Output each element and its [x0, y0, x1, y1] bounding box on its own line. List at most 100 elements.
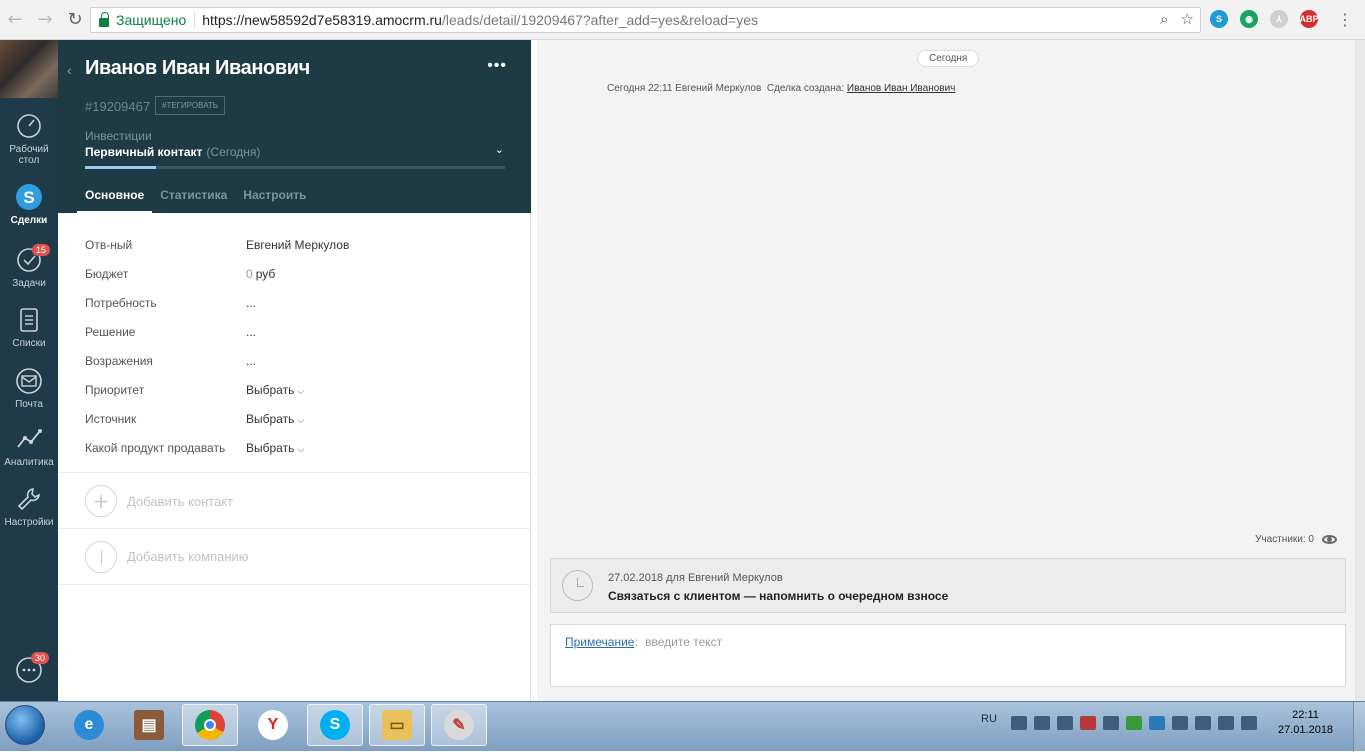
- back-arrow-icon[interactable]: ←: [0, 9, 30, 30]
- pdf-extension-icon[interactable]: ⅄: [1270, 10, 1288, 28]
- status-select[interactable]: Первичный контакт (Сегодня): [85, 145, 260, 159]
- participants-counter[interactable]: Участники: 0: [1255, 534, 1337, 545]
- system-tray: [1011, 716, 1257, 730]
- nav-deals[interactable]: S Сделки: [0, 183, 58, 226]
- chevron-down-icon[interactable]: ⌄: [495, 143, 504, 156]
- eye-extension-icon[interactable]: ◉: [1240, 10, 1258, 28]
- field-source: Источник Выбрать ⌵: [85, 411, 305, 426]
- tasks-count-badge: 15: [32, 244, 51, 256]
- note-type-link[interactable]: Примечание: [565, 635, 634, 649]
- tray-device-icon[interactable]: [1195, 716, 1211, 730]
- tray-check-icon[interactable]: [1126, 716, 1142, 730]
- zoom-icon[interactable]: ⌕: [1160, 10, 1168, 28]
- reload-icon[interactable]: ↻: [60, 9, 90, 30]
- pipeline-progress-fill: [85, 166, 157, 169]
- nav-chat[interactable]: 30: [0, 652, 58, 688]
- date-divider: Сегодня: [917, 50, 980, 67]
- adblock-extension-icon[interactable]: ABP: [1300, 10, 1319, 28]
- lead-tabs: Основное Статистика Настроить: [77, 188, 314, 214]
- tab-statistics[interactable]: Статистика: [152, 188, 235, 214]
- add-contact-row[interactable]: + Добавить контакт: [58, 472, 531, 529]
- tray-flag-icon[interactable]: [1172, 716, 1188, 730]
- language-indicator[interactable]: RU: [981, 713, 997, 725]
- ie-taskbar-icon[interactable]: e: [61, 704, 117, 746]
- lead-title[interactable]: Иванов Иван Иванович: [85, 57, 310, 80]
- explorer-taskbar-icon[interactable]: ▭: [369, 704, 425, 746]
- browser-toolbar: ← → ↻ Защищено https://new58592d7e58319.…: [0, 0, 1365, 40]
- nav-lists[interactable]: Списки: [0, 306, 58, 349]
- tab-main[interactable]: Основное: [77, 188, 153, 214]
- tab-configure[interactable]: Настроить: [235, 188, 314, 214]
- address-bar[interactable]: Защищено https://new58592d7e58319.amocrm…: [90, 7, 1201, 33]
- tray-display-icon[interactable]: [1057, 716, 1073, 730]
- svg-text:S: S: [23, 188, 34, 207]
- user-avatar[interactable]: [0, 40, 58, 98]
- lead-id: #19209467: [85, 99, 151, 114]
- nav-tasks[interactable]: 15 Задачи: [0, 244, 58, 289]
- lock-icon: [99, 11, 109, 27]
- show-desktop-button[interactable]: [1353, 702, 1365, 752]
- field-budget: Бюджет 0 руб: [85, 266, 276, 281]
- nav-analytics[interactable]: Аналитика: [0, 425, 58, 468]
- tray-snowflake-icon[interactable]: [1149, 716, 1165, 730]
- field-responsible: Отв-ный Евгений Меркулов: [85, 237, 350, 252]
- tray-alert-icon[interactable]: [1080, 716, 1096, 730]
- browser-menu-icon[interactable]: ⋮: [1337, 10, 1353, 30]
- back-chevron-icon[interactable]: ‹: [67, 62, 72, 78]
- lead-card-header: ‹ Иванов Иван Иванович ••• #19209467 #те…: [58, 40, 531, 214]
- add-company-row[interactable]: Добавить компанию: [58, 528, 531, 585]
- priority-select[interactable]: Выбрать ⌵: [246, 383, 304, 397]
- pipeline-progress: [85, 166, 505, 169]
- secure-indicator[interactable]: Защищено: [91, 11, 196, 29]
- url-text[interactable]: https://new58592d7e58319.amocrm.ru/leads…: [195, 12, 758, 28]
- yandex-taskbar-icon[interactable]: Y: [245, 704, 301, 746]
- plus-icon: +: [85, 485, 117, 517]
- dashboard-icon: [17, 114, 41, 138]
- field-priority: Приоритет Выбрать ⌵: [85, 382, 305, 397]
- feed-scrollbar[interactable]: [1355, 40, 1365, 701]
- nav-settings[interactable]: Настройки: [0, 485, 58, 528]
- task-card[interactable]: 27.02.2018 для Евгений Меркулов Связатьс…: [550, 558, 1346, 613]
- paint-taskbar-icon[interactable]: ✎: [431, 704, 487, 746]
- note-placeholder: введите текст: [645, 635, 723, 649]
- field-decision: Решение ...: [85, 324, 257, 339]
- clock-icon: [562, 570, 593, 601]
- tray-network-icon[interactable]: [1011, 716, 1027, 730]
- analytics-icon: [17, 429, 42, 448]
- bookmark-star-icon[interactable]: ☆: [1181, 10, 1194, 28]
- system-clock[interactable]: 22:11 27.01.2018: [1278, 708, 1333, 738]
- tray-signal-icon[interactable]: [1103, 716, 1119, 730]
- note-input[interactable]: Примечание: введите текст: [550, 624, 1346, 687]
- skype-extension-icon[interactable]: S: [1210, 10, 1228, 28]
- company-icon: [85, 540, 117, 573]
- source-select[interactable]: Выбрать ⌵: [246, 412, 304, 426]
- forward-arrow-icon[interactable]: →: [30, 9, 60, 30]
- lead-link[interactable]: Иванов Иван Иванович: [847, 83, 956, 94]
- lead-fields: Отв-ный Евгений Меркулов Бюджет 0 руб Пот…: [85, 230, 505, 462]
- field-product: Какой продукт продавать Выбрать ⌵: [85, 440, 305, 455]
- eye-icon: [1322, 535, 1337, 544]
- skype-taskbar-icon[interactable]: S: [307, 704, 363, 746]
- tray-power-icon[interactable]: [1241, 716, 1257, 730]
- tag-button[interactable]: #тегировать: [155, 96, 226, 115]
- field-objections: Возражения ...: [85, 353, 257, 368]
- product-select[interactable]: Выбрать ⌵: [246, 441, 304, 455]
- settings-icon: [17, 488, 40, 511]
- chrome-taskbar-icon[interactable]: [182, 704, 238, 746]
- deals-icon: S: [16, 184, 42, 210]
- start-button[interactable]: [5, 705, 45, 745]
- chevron-down-icon: ⌵: [297, 415, 305, 426]
- taskbar: e ▤ Y S ▭ ✎ RU 22:11 27.01.2018: [0, 701, 1365, 752]
- field-need: Потребность ...: [85, 295, 257, 310]
- chevron-down-icon: ⌵: [297, 444, 305, 455]
- more-options-icon[interactable]: •••: [487, 57, 507, 75]
- nav-mail[interactable]: Почта: [0, 367, 58, 410]
- chevron-down-icon: ⌵: [297, 386, 305, 397]
- tray-volume-icon[interactable]: [1218, 716, 1234, 730]
- nav-dashboard[interactable]: Рабочий стол: [0, 112, 58, 166]
- files-taskbar-icon[interactable]: ▤: [121, 704, 177, 746]
- mail-icon: [16, 368, 42, 394]
- chat-count-badge: 30: [31, 652, 50, 664]
- lead-card: ‹ Иванов Иван Иванович ••• #19209467 #те…: [58, 40, 531, 701]
- tray-update-icon[interactable]: [1034, 716, 1050, 730]
